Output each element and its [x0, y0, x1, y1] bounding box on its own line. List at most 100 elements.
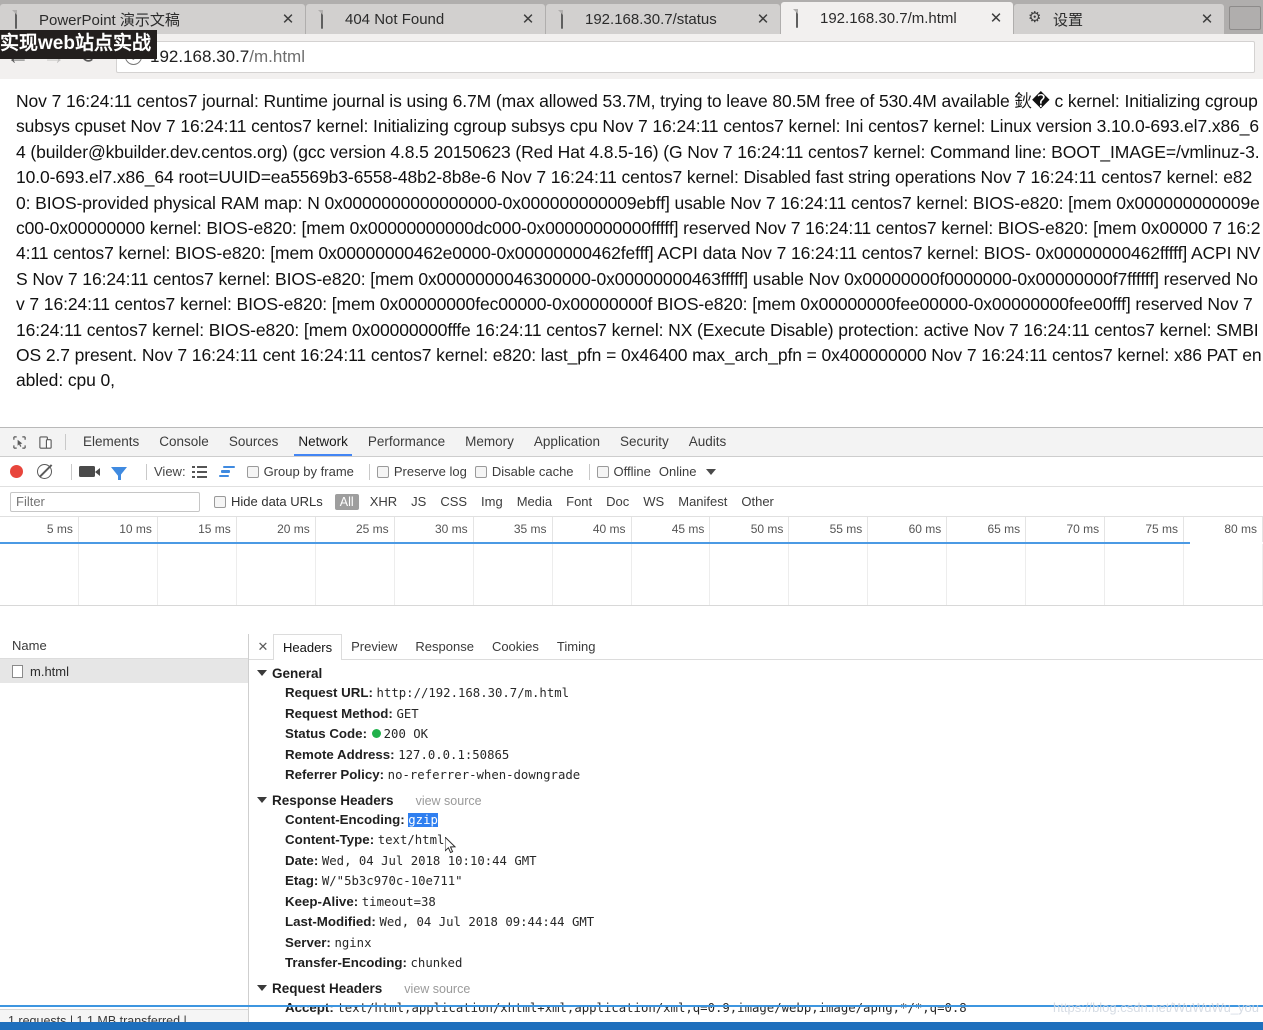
header-row: Transfer-Encoding: chunked — [257, 953, 1263, 974]
document-icon — [320, 10, 336, 29]
header-value[interactable]: 200 OK — [384, 727, 428, 741]
timeline-tick: 70 ms — [1026, 517, 1106, 542]
tab-close-button[interactable]: ✕ — [277, 8, 299, 30]
devtools-tab-application[interactable]: Application — [524, 428, 610, 456]
header-key: Request URL: — [285, 685, 373, 700]
devtools-tab-console[interactable]: Console — [149, 428, 219, 456]
devtools-tab-sources[interactable]: Sources — [219, 428, 289, 456]
header-row: Keep-Alive: timeout=38 — [257, 892, 1263, 913]
section-header-general[interactable]: General — [257, 666, 1263, 681]
devtools-tab-security[interactable]: Security — [610, 428, 679, 456]
timeline-tick: 55 ms — [789, 517, 869, 542]
group-by-frame-checkbox[interactable]: Group by frame — [246, 464, 354, 479]
clear-icon[interactable] — [37, 464, 52, 479]
list-view-icon[interactable] — [191, 465, 207, 478]
waterfall-view-icon[interactable] — [218, 465, 235, 478]
header-value[interactable]: 127.0.0.1:50865 — [398, 748, 509, 762]
detail-tab-response[interactable]: Response — [406, 634, 483, 659]
filter-icon[interactable] — [111, 466, 127, 480]
filter-type-ws[interactable]: WS — [636, 494, 671, 509]
devtools-tab-memory[interactable]: Memory — [455, 428, 524, 456]
network-timeline-overview[interactable]: 5 ms 10 ms 15 ms 20 ms 25 ms 30 ms 35 ms… — [0, 517, 1263, 606]
browser-tab[interactable]: 404 Not Found ✕ — [306, 4, 545, 34]
filter-type-xhr[interactable]: XHR — [363, 494, 404, 509]
timeline-tick: 25 ms — [316, 517, 395, 542]
header-value[interactable]: Wed, 04 Jul 2018 10:10:44 GMT — [322, 854, 537, 868]
view-source-link[interactable]: view source — [416, 794, 482, 808]
filter-type-media[interactable]: Media — [510, 494, 559, 509]
filter-type-css[interactable]: CSS — [433, 494, 474, 509]
filter-type-font[interactable]: Font — [559, 494, 599, 509]
header-value[interactable]: no-referrer-when-downgrade — [388, 768, 581, 782]
record-button-icon[interactable] — [10, 465, 23, 478]
header-row: Content-Type: text/html — [257, 830, 1263, 851]
tab-title: 404 Not Found — [345, 10, 445, 28]
devtools-tab-elements[interactable]: Elements — [73, 428, 149, 456]
filter-type-other[interactable]: Other — [734, 494, 781, 509]
header-row: Etag: W/"5b3c970c-10e711" — [257, 871, 1263, 892]
disable-cache-checkbox[interactable]: Disable cache — [474, 464, 574, 479]
header-value-selected[interactable]: gzip — [408, 812, 438, 827]
section-header-response-headers[interactable]: Response Headers view source — [257, 793, 1263, 808]
header-value[interactable]: nginx — [334, 936, 371, 950]
header-value[interactable]: http://192.168.30.7/m.html — [377, 686, 570, 700]
timeline-tick: 30 ms — [395, 517, 474, 542]
filter-type-img[interactable]: Img — [474, 494, 510, 509]
throttling-value: Online — [658, 464, 697, 479]
header-value[interactable]: timeout=38 — [362, 895, 436, 909]
header-value[interactable]: text/html — [378, 833, 445, 847]
offline-checkbox[interactable]: Offline — [596, 464, 651, 479]
header-value[interactable]: Wed, 04 Jul 2018 09:44:44 GMT — [379, 915, 594, 929]
header-row: Remote Address: 127.0.0.1:50865 — [257, 745, 1263, 766]
devtools-tabbar: Elements Console Sources Network Perform… — [0, 428, 1263, 457]
tab-close-button[interactable]: ✕ — [517, 8, 539, 30]
close-icon[interactable]: ✕ — [253, 637, 273, 657]
request-list-row[interactable]: m.html — [0, 659, 248, 683]
capture-screenshots-icon[interactable] — [79, 466, 100, 477]
preserve-log-checkbox[interactable]: Preserve log — [376, 464, 467, 479]
filter-type-all[interactable]: All — [334, 493, 359, 510]
throttling-select[interactable]: Online — [659, 464, 717, 479]
filter-type-manifest[interactable]: Manifest — [671, 494, 734, 509]
tab-close-button[interactable]: ✕ — [752, 8, 774, 30]
browser-tab-active[interactable]: 192.168.30.7/m.html ✕ — [781, 2, 1013, 34]
header-value[interactable]: W/"5b3c970c-10e711" — [322, 874, 463, 888]
devtools-tab-audits[interactable]: Audits — [679, 428, 737, 456]
view-source-link[interactable]: view source — [404, 982, 470, 996]
group-by-frame-label: Group by frame — [263, 464, 354, 479]
request-list-column-name[interactable]: Name — [0, 634, 248, 659]
header-value[interactable]: GET — [396, 707, 418, 721]
detail-tab-preview[interactable]: Preview — [342, 634, 406, 659]
timeline-tick: 5 ms — [0, 517, 79, 542]
detail-tab-headers[interactable]: Headers — [273, 634, 343, 660]
tab-close-button[interactable]: ✕ — [985, 7, 1007, 29]
detail-tab-cookies[interactable]: Cookies — [483, 634, 548, 659]
section-header-request-headers[interactable]: Request Headers view source — [257, 981, 1263, 996]
browser-tab[interactable]: ⚙ 设置 ✕ — [1014, 4, 1224, 34]
inspect-element-icon[interactable] — [6, 430, 32, 454]
document-icon — [560, 10, 576, 29]
network-toolbar: View: Group by frame Preserve log Disabl… — [0, 457, 1263, 487]
timeline-tick: 15 ms — [158, 517, 237, 542]
tab-close-button[interactable]: ✕ — [1196, 8, 1218, 30]
detail-tab-timing[interactable]: Timing — [548, 634, 605, 659]
request-detail-tabbar: ✕ Headers Preview Response Cookies Timin… — [249, 634, 1263, 660]
filter-type-doc[interactable]: Doc — [599, 494, 636, 509]
devtools-tab-network[interactable]: Network — [288, 428, 358, 456]
hide-data-urls-checkbox[interactable]: Hide data URLs — [214, 494, 323, 509]
device-toolbar-icon[interactable] — [32, 430, 58, 454]
offline-label: Offline — [613, 464, 651, 479]
new-tab-button[interactable] — [1229, 6, 1261, 30]
filter-input[interactable] — [10, 491, 200, 512]
url-host: 192.168.30.7 — [150, 46, 250, 66]
browser-tab[interactable]: 192.168.30.7/status ✕ — [546, 4, 780, 34]
section-title: General — [272, 666, 323, 681]
header-value[interactable]: chunked — [411, 956, 463, 970]
tab-title: 192.168.30.7/status — [585, 10, 717, 28]
divider — [368, 463, 370, 480]
devtools-tab-performance[interactable]: Performance — [358, 428, 455, 456]
header-value[interactable]: text/html,application/xhtml+xml,applicat… — [337, 1001, 966, 1015]
address-bar[interactable]: i 192.168.30.7/m.html — [116, 40, 1255, 73]
filter-type-js[interactable]: JS — [404, 494, 433, 509]
timeline-bands — [0, 544, 1263, 605]
